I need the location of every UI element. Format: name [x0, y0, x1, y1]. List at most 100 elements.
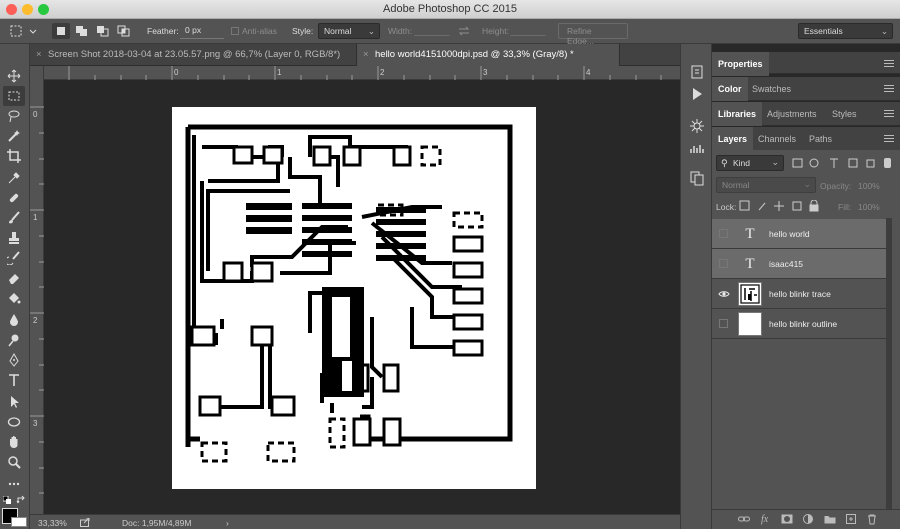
document-canvas[interactable] — [172, 107, 536, 489]
history-brush-tool[interactable] — [3, 248, 25, 268]
marquee-tool[interactable] — [3, 86, 25, 106]
play-actions-icon[interactable] — [689, 86, 705, 102]
visibility-toggle[interactable] — [719, 319, 728, 328]
options-bar: Feather: 0 px Anti-alias Style: Normal ⌄… — [0, 19, 900, 46]
workspace-select[interactable]: Essentials ⌄ — [798, 23, 893, 39]
default-colors-icon[interactable] — [2, 495, 11, 504]
panel-menu-icon[interactable] — [884, 58, 894, 68]
brush-settings-icon[interactable] — [689, 118, 705, 134]
brushes-panel-icon[interactable] — [689, 140, 705, 156]
edit-toolbar-button[interactable] — [3, 474, 25, 494]
eraser-icon — [9, 274, 19, 284]
zoom-tool[interactable] — [3, 452, 25, 472]
panel-menu-icon[interactable] — [884, 133, 894, 143]
tab-layers[interactable]: Layers — [712, 127, 754, 151]
magic-wand-icon — [8, 130, 20, 142]
anti-alias-checkbox[interactable] — [231, 27, 239, 35]
share-icon[interactable] — [80, 517, 90, 529]
layer-row-hello-blinkr-trace[interactable]: hello blinkr trace — [712, 279, 886, 309]
blend-mode-select[interactable]: Normal ⌄ — [716, 177, 816, 193]
fx-icon[interactable]: fx — [761, 514, 768, 525]
tab-styles[interactable]: Styles — [826, 102, 863, 126]
vertical-ruler[interactable]: 0 1 2 3 — [30, 66, 44, 514]
fill-value[interactable]: 100% — [858, 202, 880, 212]
new-selection-button[interactable] — [52, 23, 70, 39]
adjustment-icon[interactable] — [803, 514, 813, 527]
tab-libraries[interactable]: Libraries — [712, 102, 763, 126]
visibility-toggle[interactable] — [719, 259, 728, 268]
lasso-tool[interactable] — [3, 106, 25, 126]
zoom-level[interactable]: 33,33% — [38, 518, 67, 528]
layer-filter-icons[interactable] — [792, 157, 892, 169]
color-panel: Color Swatches — [712, 77, 900, 101]
intersect-selection-button[interactable] — [115, 23, 133, 39]
stamp-icon — [9, 232, 19, 244]
background-color-swatch[interactable] — [11, 517, 27, 527]
tab-color[interactable]: Color — [712, 77, 748, 101]
quick-selection-tool[interactable] — [3, 126, 25, 146]
tab-hello-world[interactable]: × hello world4151000dpi.psd @ 33,3% (Gra… — [357, 44, 620, 66]
tab-paths[interactable]: Paths — [803, 127, 838, 151]
layer-filter-select[interactable]: ⚲ Kind ⌄ — [716, 155, 784, 171]
chevron-down-icon: ⌄ — [771, 157, 779, 167]
eyedropper-tool[interactable] — [3, 168, 25, 188]
hand-tool[interactable] — [3, 432, 25, 452]
close-tab-icon[interactable]: × — [363, 49, 369, 60]
type-tool[interactable] — [3, 370, 25, 390]
close-tab-icon[interactable]: × — [36, 49, 42, 60]
panel-menu-icon[interactable] — [884, 108, 894, 118]
healing-brush-tool[interactable] — [3, 188, 25, 208]
folder-icon[interactable] — [824, 514, 836, 527]
paint-bucket-tool[interactable] — [3, 288, 25, 308]
layer-row-hello-world[interactable]: T hello world — [712, 219, 886, 249]
feather-input[interactable]: 0 px — [180, 23, 224, 39]
blur-tool[interactable] — [3, 310, 25, 330]
tab-properties[interactable]: Properties — [712, 52, 769, 76]
eye-icon[interactable] — [718, 288, 730, 300]
ellipse-tool[interactable] — [3, 412, 25, 432]
status-menu-arrow[interactable]: › — [226, 518, 229, 528]
swap-dimensions-icon[interactable] — [457, 24, 471, 38]
marquee-tool-preset[interactable] — [8, 23, 40, 39]
tab-channels[interactable]: Channels — [752, 127, 802, 151]
blend-mode-value: Normal — [722, 180, 750, 190]
mask-icon[interactable] — [781, 514, 793, 527]
type-icon — [9, 374, 19, 386]
subtract-selection-button[interactable] — [94, 23, 112, 39]
layer-row-isaac415[interactable]: T isaac415 — [712, 249, 886, 279]
eraser-tool[interactable] — [3, 268, 25, 288]
path-selection-tool[interactable] — [3, 392, 25, 412]
brush-tool[interactable] — [3, 208, 25, 228]
layers-scrollbar[interactable] — [886, 218, 892, 514]
swap-colors-icon[interactable] — [16, 495, 26, 505]
tab-swatches[interactable]: Swatches — [746, 77, 797, 101]
style-select[interactable]: Normal ⌄ — [318, 23, 380, 39]
lock-label: Lock: — [716, 202, 737, 212]
crop-tool[interactable] — [3, 146, 25, 166]
link-icon[interactable] — [738, 514, 750, 527]
lock-icons[interactable] — [739, 200, 821, 212]
width-input[interactable] — [414, 35, 450, 36]
trash-icon[interactable] — [867, 514, 877, 528]
move-tool[interactable] — [3, 66, 25, 86]
pen-tool[interactable] — [3, 350, 25, 370]
canvas-area[interactable] — [44, 80, 680, 514]
feather-label: Feather: — [147, 26, 179, 36]
horizontal-ruler[interactable]: 0 1 2 3 4 — [44, 66, 680, 80]
opacity-value[interactable]: 100% — [858, 181, 880, 191]
new-layer-icon[interactable] — [846, 514, 857, 527]
clone-stamp-tool[interactable] — [3, 228, 25, 248]
tab-adjustments[interactable]: Adjustments — [761, 102, 823, 126]
lasso-icon — [8, 110, 20, 123]
visibility-toggle[interactable] — [719, 229, 728, 238]
add-selection-button[interactable] — [73, 23, 91, 39]
panel-menu-icon[interactable] — [884, 83, 894, 93]
doc-size: Doc: 1,95M/4,89M — [122, 518, 192, 528]
tab-screen-shot[interactable]: × Screen Shot 2018-03-04 at 23.05.57.png… — [30, 44, 357, 66]
clone-source-icon[interactable] — [689, 170, 705, 186]
history-panel-icon[interactable] — [689, 64, 705, 80]
refine-edge-button[interactable]: Refine Edge... — [558, 23, 628, 46]
layer-row-hello-blinkr-outline[interactable]: hello blinkr outline — [712, 309, 886, 339]
dodge-tool[interactable] — [3, 330, 25, 350]
height-input[interactable] — [510, 35, 546, 36]
